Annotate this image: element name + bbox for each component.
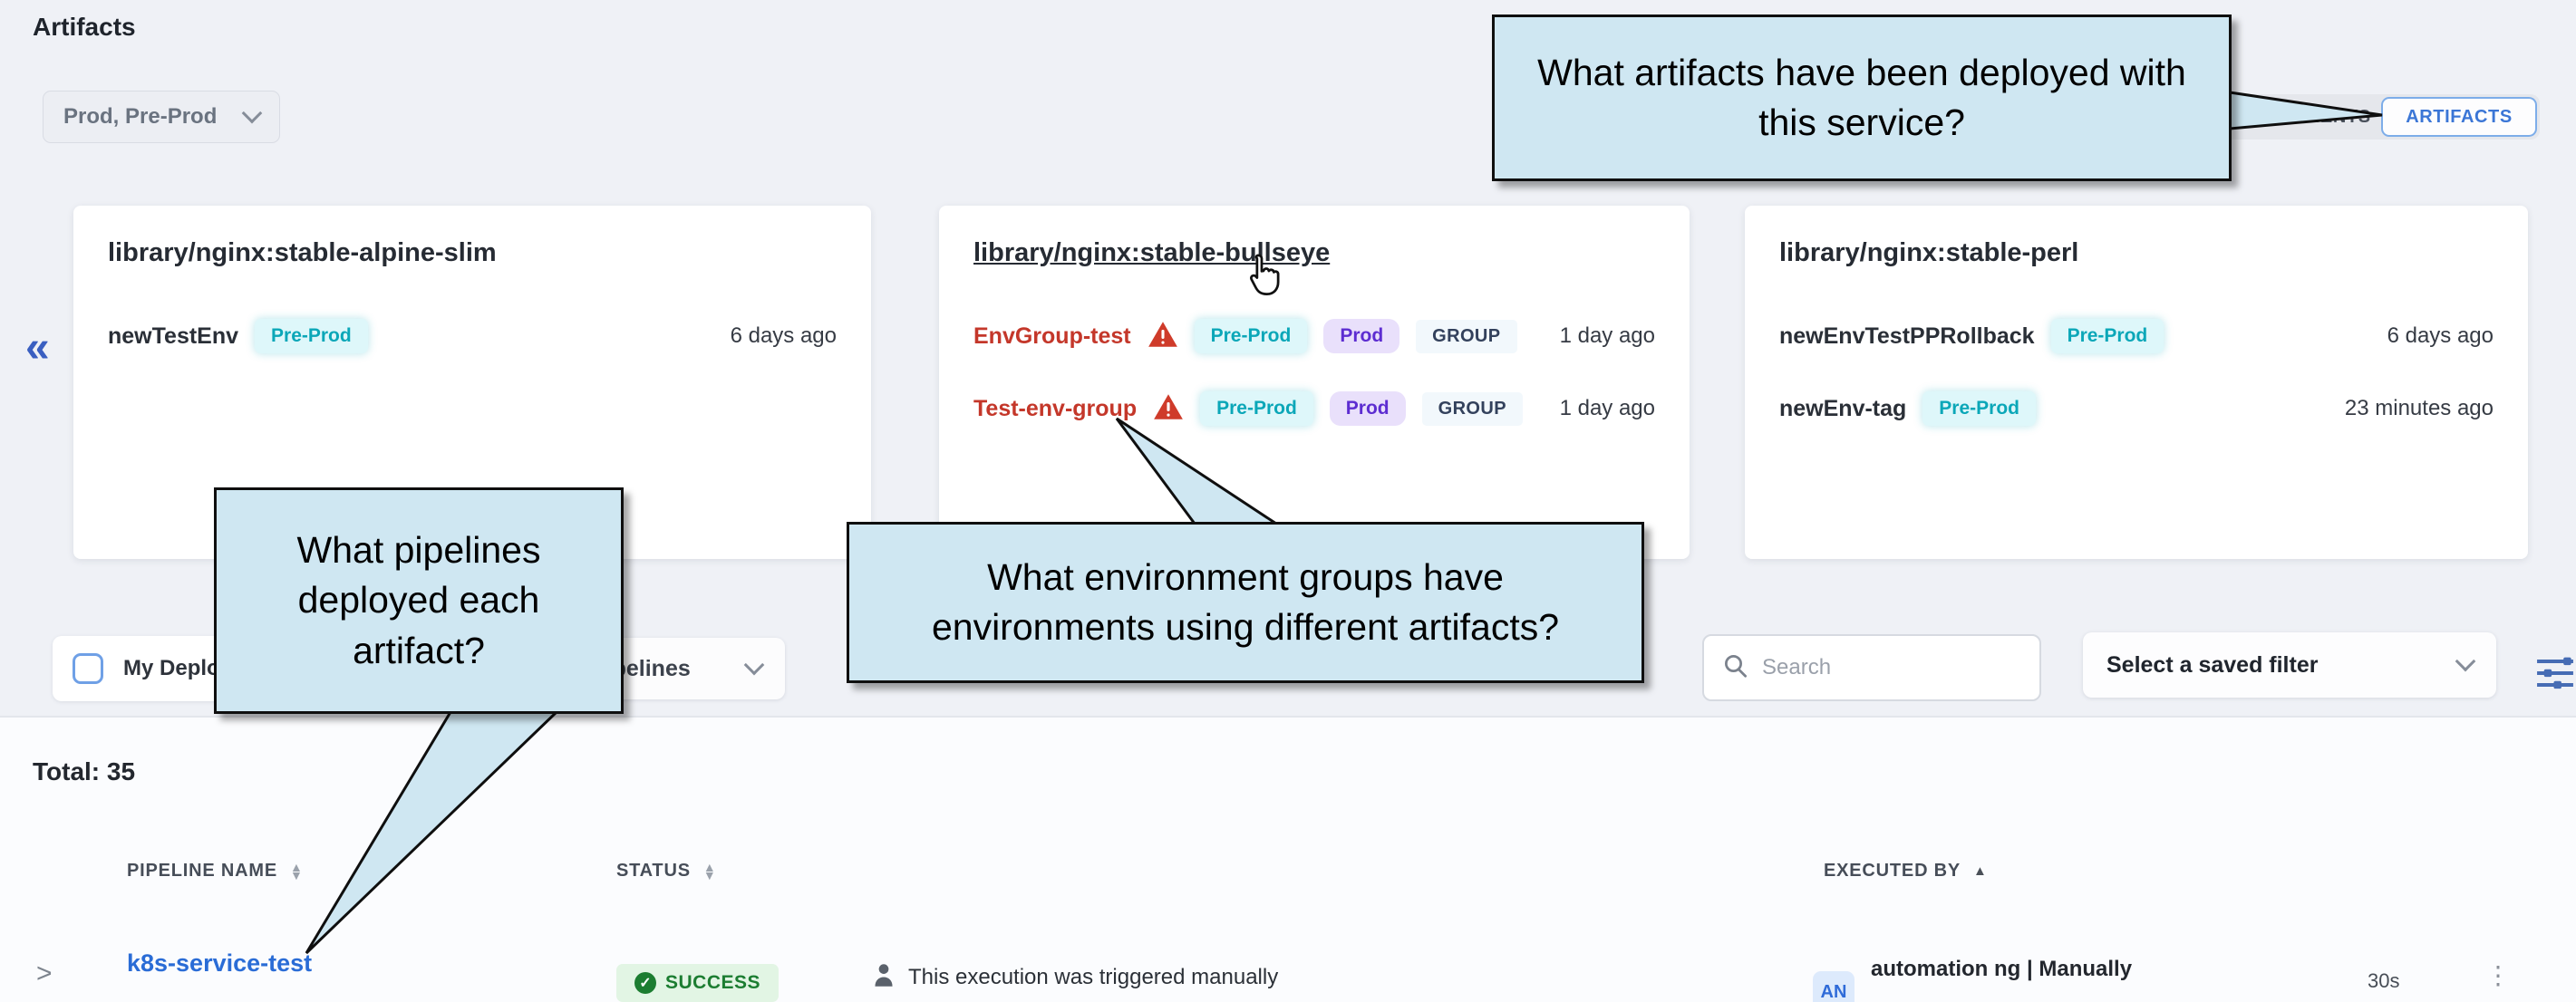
env-name: newEnvTestPPRollback: [1779, 323, 2035, 350]
my-deployments-checkbox[interactable]: [73, 653, 103, 684]
pipeline-link[interactable]: k8s-service-test: [127, 949, 312, 978]
env-group-name[interactable]: EnvGroup-test: [973, 323, 1131, 350]
env-type-filter-dropdown[interactable]: Prod, Pre-Prod: [43, 91, 280, 143]
callout-env-groups-question: What environment groups have environment…: [847, 522, 1644, 683]
env-group-name[interactable]: Test-env-group: [973, 396, 1137, 422]
hand-cursor-icon: [1244, 252, 1283, 302]
env-group-row: Test-env-group Pre-Prod Prod GROUP 1 day…: [973, 391, 1655, 426]
chevron-down-icon: [744, 655, 765, 676]
preprod-badge: Pre-Prod: [1195, 319, 1308, 353]
callout-text: What environment groups have environment…: [875, 553, 1616, 653]
preprod-badge: Pre-Prod: [255, 319, 368, 353]
warning-icon: [1148, 321, 1178, 352]
artifact-card: library/nginx:stable-perl newEnvTestPPRo…: [1745, 206, 2528, 559]
tab-artifacts[interactable]: ARTIFACTS: [2381, 97, 2537, 137]
saved-filter-dropdown[interactable]: Select a saved filter: [2083, 632, 2496, 698]
callout-pipelines-question: What pipelines deployed each artifact?: [214, 487, 624, 714]
trigger-note: This execution was triggered manually: [872, 962, 1278, 992]
chevron-down-icon: [242, 103, 263, 124]
search-input[interactable]: [1762, 655, 1998, 680]
group-badge: GROUP: [1422, 392, 1523, 426]
view-toggle: ENVIRONMENTS ARTIFACTS: [2208, 94, 2540, 140]
deploy-time: 23 minutes ago: [2345, 396, 2494, 421]
column-header-status[interactable]: STATUS ▲▼: [616, 861, 717, 882]
callout-text: What pipelines deployed each artifact?: [242, 525, 596, 676]
sort-icon[interactable]: ▲▼: [703, 863, 717, 879]
check-icon: ✓: [634, 972, 656, 994]
artifact-title: library/nginx:stable-perl: [1779, 238, 2494, 268]
env-type-filter-value: Prod, Pre-Prod: [63, 104, 217, 130]
total-count: Total: 35: [33, 757, 135, 786]
sort-icon[interactable]: ▲▼: [290, 863, 304, 879]
status-badge: ✓ SUCCESS: [616, 964, 779, 1002]
preprod-badge: Pre-Prod: [1200, 391, 1313, 426]
sort-ascending-icon[interactable]: ▲: [1973, 863, 1988, 879]
page-title: Artifacts: [33, 13, 136, 42]
env-name: newEnv-tag: [1779, 396, 1906, 422]
prod-badge: Prod: [1330, 391, 1406, 426]
column-header-pipeline-name[interactable]: PIPELINE NAME ▲▼: [127, 861, 304, 882]
collapse-panel-icon[interactable]: «: [25, 323, 50, 372]
preprod-badge: Pre-Prod: [2051, 319, 2164, 353]
chevron-down-icon: [2455, 651, 2476, 672]
env-row: newEnvTestPPRollback Pre-Prod 6 days ago: [1779, 319, 2494, 353]
expand-row-icon[interactable]: >: [36, 959, 53, 989]
filter-settings-icon[interactable]: [2534, 654, 2576, 697]
deploy-time: 1 day ago: [1560, 396, 1655, 421]
search-icon: [1722, 652, 1749, 684]
deploy-time: 6 days ago: [731, 323, 837, 349]
executed-by-text: automation ng | Manually: [1871, 957, 2132, 982]
deploy-time: 1 day ago: [1560, 323, 1655, 349]
artifact-title: library/nginx:stable-alpine-slim: [108, 238, 837, 268]
prod-badge: Prod: [1323, 319, 1399, 353]
avatar: AN: [1813, 971, 1855, 1002]
env-group-row: EnvGroup-test Pre-Prod Prod GROUP 1 day …: [973, 319, 1655, 353]
artifact-title-link[interactable]: library/nginx:stable-bullseye: [973, 238, 1655, 268]
column-label: EXECUTED BY: [1824, 861, 1961, 882]
callout-text: What artifacts have been deployed with t…: [1520, 48, 2203, 149]
column-header-executed-by[interactable]: EXECUTED BY ▲: [1824, 861, 1988, 882]
warning-icon: [1153, 393, 1184, 425]
group-badge: GROUP: [1416, 320, 1516, 353]
trigger-note-text: This execution was triggered manually: [908, 965, 1278, 990]
artifact-card: library/nginx:stable-bullseye EnvGroup-t…: [939, 206, 1690, 559]
env-row: newTestEnv Pre-Prod 6 days ago: [108, 319, 837, 353]
duration: 30s: [2368, 969, 2399, 993]
person-icon: [872, 962, 896, 992]
column-label: PIPELINE NAME: [127, 861, 277, 882]
column-label: STATUS: [616, 861, 691, 882]
saved-filter-label: Select a saved filter: [2106, 652, 2318, 679]
env-row: newEnv-tag Pre-Prod 23 minutes ago: [1779, 391, 2494, 426]
preprod-badge: Pre-Prod: [1922, 391, 2036, 426]
deploy-time: 6 days ago: [2387, 323, 2494, 349]
deployments-table-section: [0, 716, 2576, 1002]
tab-environments[interactable]: ENVIRONMENTS: [2208, 107, 2381, 128]
env-name: newTestEnv: [108, 323, 238, 350]
search-field: [1702, 634, 2041, 701]
row-menu-icon[interactable]: ⋮: [2485, 960, 2511, 990]
callout-artifacts-question: What artifacts have been deployed with t…: [1492, 14, 2232, 181]
status-label: SUCCESS: [665, 972, 760, 994]
